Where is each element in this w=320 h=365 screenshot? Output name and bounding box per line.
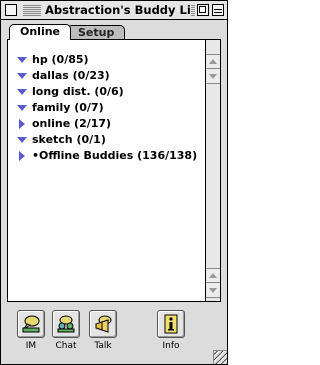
group-label: online (2/17) xyxy=(32,117,112,130)
disclosure-down-icon[interactable] xyxy=(16,100,30,116)
disclosure-down-icon[interactable] xyxy=(16,132,30,148)
group-label: hp (0/85) xyxy=(32,53,89,66)
chat-label: Chat xyxy=(55,341,77,351)
info-button[interactable]: Info xyxy=(156,310,186,352)
disclosure-down-icon[interactable] xyxy=(16,52,30,68)
group-row-online[interactable]: online (2/17) xyxy=(16,116,205,132)
group-label: sketch (0/1) xyxy=(32,133,106,146)
im-icon xyxy=(22,315,40,333)
chat-button[interactable]: Chat xyxy=(51,310,81,352)
group-row-offline-buddies[interactable]: •Offline Buddies (136/138) xyxy=(16,148,205,164)
tab-strip: Online Setup xyxy=(1,21,227,40)
info-icon xyxy=(164,314,178,334)
group-row-family[interactable]: family (0/7) xyxy=(16,100,205,116)
group-label: dallas (0/23) xyxy=(32,69,110,82)
zoom-box[interactable] xyxy=(197,4,209,16)
talk-button[interactable]: Talk xyxy=(88,310,118,352)
group-row-hp[interactable]: hp (0/85) xyxy=(16,52,205,68)
talk-icon xyxy=(95,315,112,333)
resize-grip-icon[interactable] xyxy=(213,350,227,364)
im-button[interactable]: IM xyxy=(16,310,46,352)
chat-icon xyxy=(57,315,75,333)
im-label: IM xyxy=(25,341,37,351)
scroll-up-arrow-icon[interactable] xyxy=(206,268,220,283)
chat-button-box[interactable] xyxy=(52,310,80,338)
group-row-long-dist[interactable]: long dist. (0/6) xyxy=(16,84,205,100)
scroll-down-arrow-icon[interactable] xyxy=(206,69,220,84)
scroll-up-arrow-icon[interactable] xyxy=(206,54,220,69)
title-stripes-left xyxy=(23,5,41,16)
info-button-box[interactable] xyxy=(157,310,185,338)
tab-setup[interactable]: Setup xyxy=(67,25,126,40)
group-row-dallas[interactable]: dallas (0/23) xyxy=(16,68,205,84)
disclosure-right-icon[interactable] xyxy=(16,148,30,164)
collapse-box[interactable] xyxy=(212,4,224,16)
title-stripes-right xyxy=(191,5,195,16)
tab-online[interactable]: Online xyxy=(9,24,72,40)
vertical-scrollbar[interactable] xyxy=(205,40,220,301)
im-button-box[interactable] xyxy=(17,310,45,338)
disclosure-down-icon[interactable] xyxy=(16,68,30,84)
window-title: Abstraction's Buddy List xyxy=(45,2,191,18)
buddy-list-panel: hp (0/85) dallas (0/23) long dist. (0/6)… xyxy=(7,39,221,302)
scroll-down-arrow-icon[interactable] xyxy=(206,283,220,298)
group-label: family (0/7) xyxy=(32,101,104,114)
group-list: hp (0/85) dallas (0/23) long dist. (0/6)… xyxy=(8,40,205,301)
close-box[interactable] xyxy=(5,4,17,16)
group-label: long dist. (0/6) xyxy=(32,85,124,98)
disclosure-right-icon[interactable] xyxy=(16,116,30,132)
talk-label: Talk xyxy=(94,341,112,351)
group-row-sketch[interactable]: sketch (0/1) xyxy=(16,132,205,148)
buddy-list-window: Abstraction's Buddy List Online Setup hp… xyxy=(0,0,228,365)
title-bar[interactable]: Abstraction's Buddy List xyxy=(1,1,227,20)
disclosure-down-icon[interactable] xyxy=(16,84,30,100)
talk-button-box[interactable] xyxy=(89,310,117,338)
info-label: Info xyxy=(162,341,180,351)
group-label: •Offline Buddies (136/138) xyxy=(32,149,198,162)
